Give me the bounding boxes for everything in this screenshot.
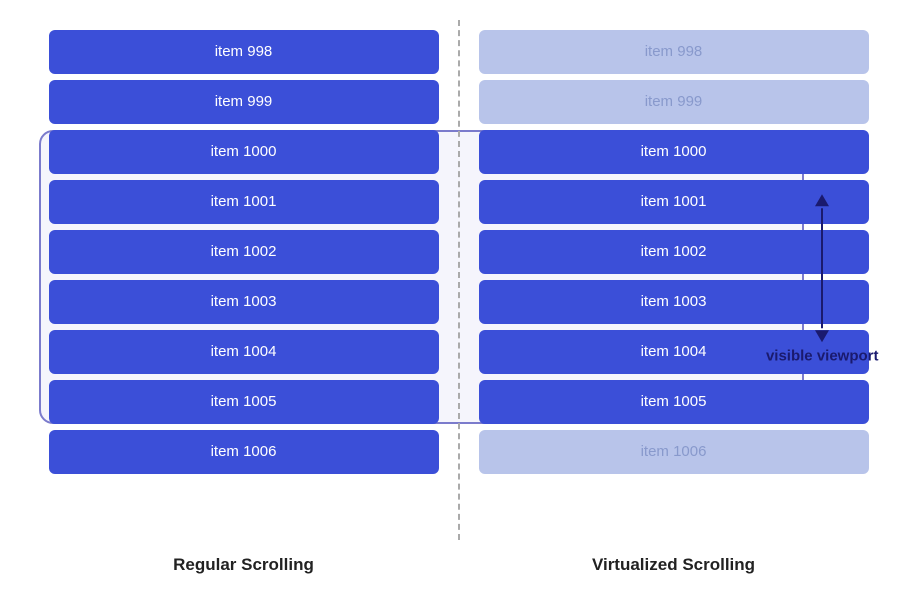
arrowhead-down-icon xyxy=(815,330,829,342)
list-item: item 1001 xyxy=(49,180,439,224)
list-item: item 999 xyxy=(479,80,869,124)
list-item: item 998 xyxy=(479,30,869,74)
column-divider xyxy=(458,20,460,540)
left-label: Regular Scrolling xyxy=(29,540,459,590)
list-item: item 1006 xyxy=(479,430,869,474)
list-item: item 1002 xyxy=(49,230,439,274)
list-item: item 1006 xyxy=(49,430,439,474)
list-item: item 1005 xyxy=(49,380,439,424)
list-item: item 1000 xyxy=(479,130,869,174)
columns-wrapper: item 998 item 999 item 1000 item 1001 item 1… xyxy=(29,20,889,540)
labels-row: Regular Scrolling Virtualized Scrolling xyxy=(29,540,889,590)
right-label: Virtualized Scrolling xyxy=(459,540,889,590)
list-item: item 999 xyxy=(49,80,439,124)
list-item: item 998 xyxy=(49,30,439,74)
diagram: item 998 item 999 item 1000 item 1001 item 1… xyxy=(29,20,889,590)
list-item: item 1003 xyxy=(49,280,439,324)
list-item: item 1005 xyxy=(479,380,869,424)
viewport-text: visible viewport xyxy=(766,346,879,366)
left-column: item 998 item 999 item 1000 item 1001 item 1… xyxy=(29,30,459,530)
arrowhead-up-icon xyxy=(815,194,829,206)
double-arrow xyxy=(815,194,829,342)
arrow-line xyxy=(821,208,823,328)
viewport-label-area: visible viewport xyxy=(766,194,879,366)
list-item: item 1004 xyxy=(49,330,439,374)
list-item: item 1000 xyxy=(49,130,439,174)
